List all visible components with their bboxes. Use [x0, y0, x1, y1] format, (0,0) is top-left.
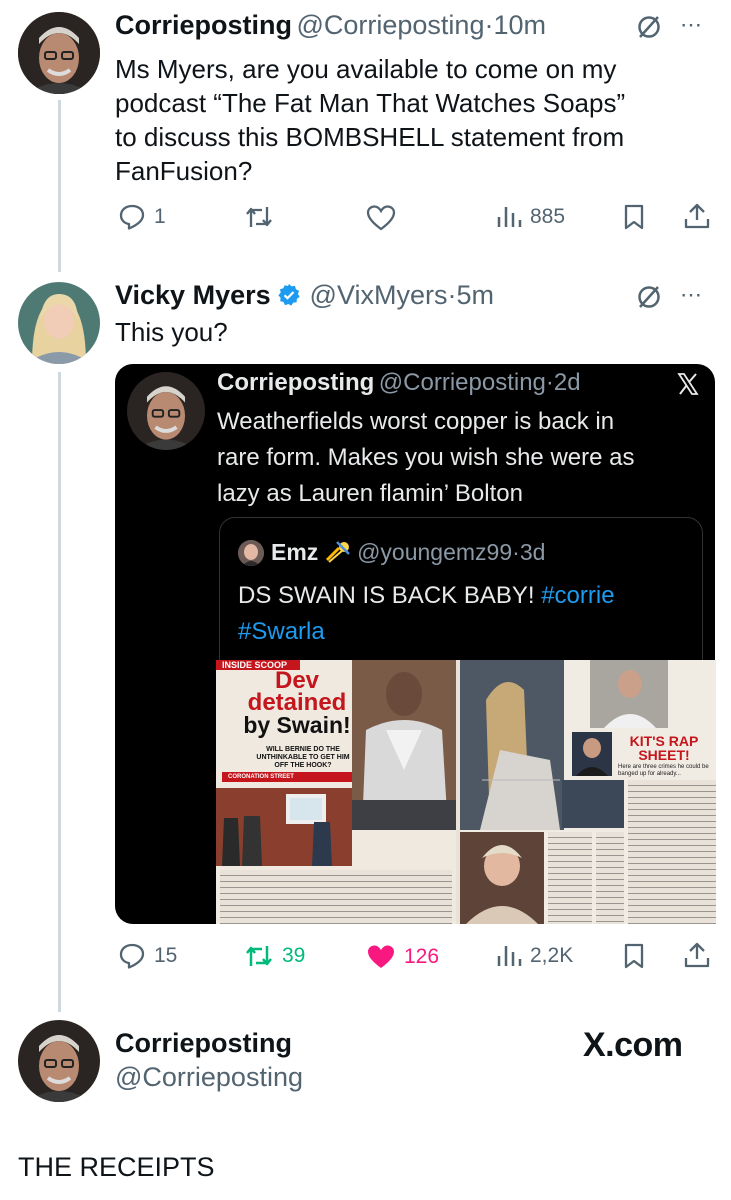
- reply-count: 1: [154, 205, 166, 228]
- tweet-text-line: to discuss this BOMBSHELL statement from: [115, 122, 625, 152]
- more-icon[interactable]: ⋯: [680, 282, 703, 308]
- share-icon: [684, 942, 710, 968]
- photo-kit: [572, 732, 612, 776]
- analytics-icon: [497, 207, 522, 227]
- tweet-header: Vicky Myers @VixMyers·5m: [115, 280, 494, 312]
- reply-icon: [119, 204, 145, 230]
- verified-badge-icon: [277, 283, 301, 312]
- user-handle[interactable]: @VixMyers: [310, 280, 448, 310]
- share-button[interactable]: [683, 202, 711, 235]
- quote-timestamp: 3d: [519, 539, 546, 565]
- thread-line-2: [58, 372, 61, 1012]
- quote-display-name: Emz: [271, 539, 319, 565]
- embed-text-line: lazy as Lauren flamin’ Bolton: [217, 480, 523, 507]
- embed-tweet-header: Corrieposting @Corrieposting·2d: [217, 369, 581, 397]
- avatar: [238, 540, 264, 566]
- views-button[interactable]: 2,2K: [496, 942, 573, 970]
- repost-button[interactable]: [244, 203, 274, 231]
- display-name[interactable]: Vicky Myers: [115, 280, 271, 310]
- sidebar-title: KIT'S RAP SHEET!: [629, 733, 699, 763]
- avatar[interactable]: [18, 282, 100, 364]
- share-icon: [684, 203, 710, 229]
- comet-emoji-icon: [325, 540, 351, 570]
- x-logo-icon: [676, 372, 700, 401]
- more-icon[interactable]: ⋯: [680, 12, 703, 38]
- grok-icon[interactable]: [636, 284, 662, 315]
- avatar[interactable]: [18, 1020, 100, 1102]
- caption-text: THE RECEIPTS: [18, 1152, 215, 1182]
- x-com-brand: X.com: [583, 1026, 683, 1064]
- magazine-headline: Dev detained by Swain!: [232, 669, 362, 738]
- magazine-strap: CORONATION STREET: [222, 772, 352, 782]
- embed-timestamp: 2d: [553, 369, 581, 396]
- heart-filled-icon: [368, 945, 394, 968]
- quote-user-handle: @youngemz99: [357, 539, 513, 565]
- view-count: 2,2K: [530, 944, 574, 967]
- embed-tweet-text: Weatherfields worst copper is back in ra…: [217, 404, 634, 512]
- sidebar-subtitle: Here are three crimes he could be banged…: [618, 764, 709, 777]
- grok-icon[interactable]: [636, 14, 662, 45]
- footer-user-handle[interactable]: @Corrieposting: [115, 1062, 303, 1093]
- embed-text-line: Weatherfields worst copper is back in: [217, 408, 615, 435]
- bookmark-button[interactable]: [623, 203, 645, 236]
- photo-group: [562, 780, 624, 828]
- embed-display-name: Corrieposting: [217, 369, 375, 396]
- hashtag-link: #Swarla: [238, 618, 325, 645]
- tweet-text-line: Ms Myers, are you available to come on m…: [115, 54, 617, 84]
- tweet-text: This you?: [115, 317, 228, 347]
- heart-icon: [366, 205, 396, 231]
- analytics-icon: [497, 946, 522, 966]
- bookmark-icon: [624, 943, 644, 969]
- quote-header: Emz @youngemz99·3d: [271, 539, 545, 570]
- quote-text: DS SWAIN IS BACK BABY! #corrie #Swarla: [238, 578, 698, 650]
- photo-bernie: [460, 832, 544, 924]
- like-count: 126: [404, 945, 440, 968]
- separator-dot: ·: [512, 539, 520, 565]
- view-count: 885: [530, 205, 566, 228]
- bookmark-button[interactable]: [623, 942, 645, 975]
- user-handle[interactable]: @Corrieposting: [296, 10, 484, 40]
- reply-button[interactable]: 15: [118, 942, 177, 970]
- share-button[interactable]: [683, 941, 711, 974]
- quote-text-body: DS SWAIN IS BACK BABY!: [238, 582, 535, 609]
- magazine-scan-image: INSIDE SCOOP Dev detained by Swain! WILL…: [216, 660, 716, 924]
- magazine-subhead: WILL BERNIE DO THE UNTHINKABLE TO GET HI…: [256, 746, 350, 769]
- tweet-text-line: FanFusion?: [115, 156, 253, 186]
- magazine-body-text: [548, 832, 592, 924]
- embed-user-handle: @Corrieposting: [378, 369, 546, 396]
- avatar[interactable]: [18, 12, 100, 94]
- tweet-header: Corrieposting @Corrieposting·10m: [115, 10, 546, 41]
- bookmark-icon: [624, 204, 644, 230]
- repost-count: 39: [282, 944, 306, 967]
- like-button[interactable]: [366, 204, 396, 232]
- thread-line-1: [58, 100, 61, 272]
- like-button[interactable]: 126: [366, 943, 439, 971]
- separator-dot: ·: [545, 369, 554, 396]
- headline-line: by Swain!: [243, 712, 351, 738]
- footer-display-name[interactable]: Corrieposting: [115, 1028, 292, 1059]
- repost-button[interactable]: 39: [244, 942, 305, 970]
- embed-text-line: rare form. Makes you wish she were as: [217, 444, 635, 471]
- tweet-text-line: podcast “The Fat Man That Watches Soaps”: [115, 88, 626, 118]
- tweet-text: Ms Myers, are you available to come on m…: [115, 52, 715, 188]
- headline-line: detained: [247, 689, 347, 716]
- magazine-body-text: [596, 832, 624, 924]
- photo-street-scene: [216, 788, 352, 866]
- timestamp[interactable]: 5m: [456, 280, 494, 310]
- avatar: [127, 372, 205, 450]
- magazine-body-text: [220, 870, 452, 924]
- photo-boy: [590, 660, 668, 728]
- repost-icon: [246, 946, 272, 966]
- views-button[interactable]: 885: [496, 203, 565, 231]
- reply-count: 15: [154, 944, 178, 967]
- reply-button[interactable]: 1: [118, 203, 166, 231]
- display-name[interactable]: Corrieposting: [115, 10, 292, 40]
- hashtag-link: #corrie: [541, 582, 615, 609]
- magazine-body-text: [628, 780, 716, 924]
- photo-woman: [460, 660, 564, 830]
- repost-icon: [246, 207, 272, 227]
- reply-icon: [119, 943, 145, 969]
- timestamp[interactable]: 10m: [493, 10, 546, 40]
- photo-man-in-suit: [352, 660, 456, 830]
